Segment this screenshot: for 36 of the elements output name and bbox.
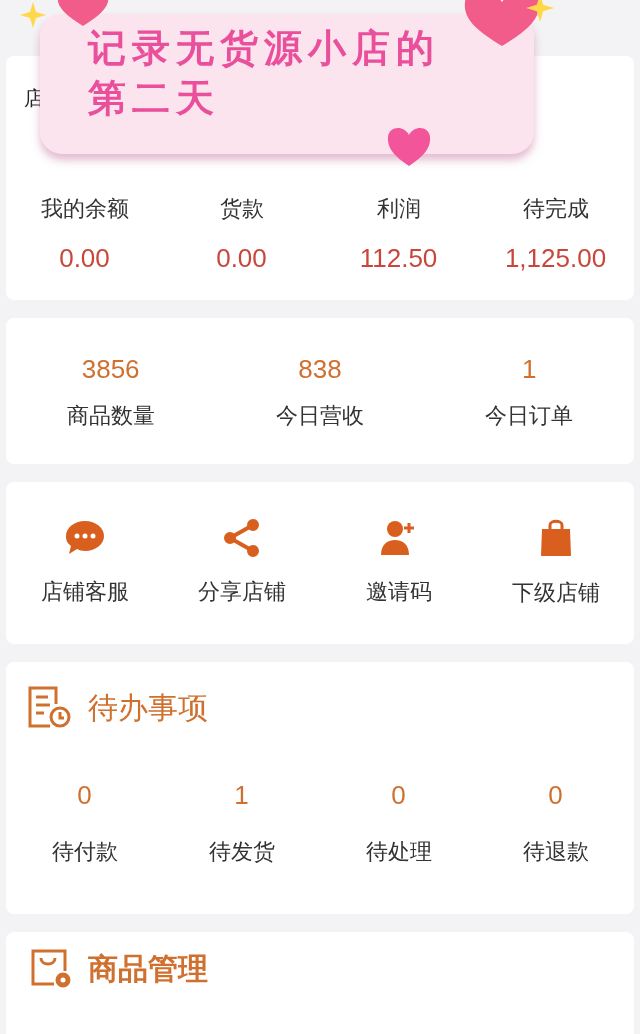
stat-label: 今日营收: [276, 402, 364, 430]
shortcut-label[interactable]: 下级店铺: [511, 575, 600, 609]
section-title: 待办事项: [88, 689, 208, 726]
balance-label: 待完成: [522, 195, 589, 223]
balance-value: 0.00: [59, 242, 110, 275]
shopping-bag-icon[interactable]: [538, 517, 573, 558]
todo-count: 0: [548, 779, 563, 812]
sticker-text: 第二天: [88, 76, 221, 121]
todo-label[interactable]: 待付款: [51, 835, 118, 868]
stat-label: 今日订单: [485, 402, 574, 430]
todo-count: 0: [77, 779, 92, 812]
balance-label: 我的余额: [40, 195, 129, 223]
balance-label: 利润: [376, 195, 421, 223]
stat-label: 商品数量: [66, 402, 155, 430]
heart-icon: [386, 126, 432, 166]
stat-value: 3856: [81, 353, 140, 386]
share-icon[interactable]: [221, 518, 262, 557]
stat-value: 1: [522, 353, 537, 386]
balance-value: 1,125.00: [504, 242, 607, 275]
section-title: 商品管理: [88, 951, 208, 987]
balance-label: 货款: [219, 195, 264, 223]
star-icon: [20, 2, 46, 28]
shortcut-label[interactable]: 邀请码: [365, 574, 432, 608]
todo-count: 0: [391, 779, 406, 812]
balance-value: 112.50: [359, 242, 438, 275]
stat-value: 838: [298, 353, 342, 386]
todo-label[interactable]: 待发货: [208, 835, 275, 868]
todo-count: 1: [234, 779, 249, 812]
chat-bubble-icon[interactable]: [63, 518, 106, 557]
todo-label[interactable]: 待退款: [522, 835, 589, 868]
sticker-text: 记录无货源小店的: [88, 26, 441, 71]
shortcut-label[interactable]: 分享店铺: [197, 574, 286, 608]
shortcut-label[interactable]: 店铺客服: [40, 574, 129, 608]
star-icon: [526, 0, 554, 22]
balance-value: 0.00: [216, 242, 267, 275]
todo-label[interactable]: 待处理: [365, 835, 432, 868]
